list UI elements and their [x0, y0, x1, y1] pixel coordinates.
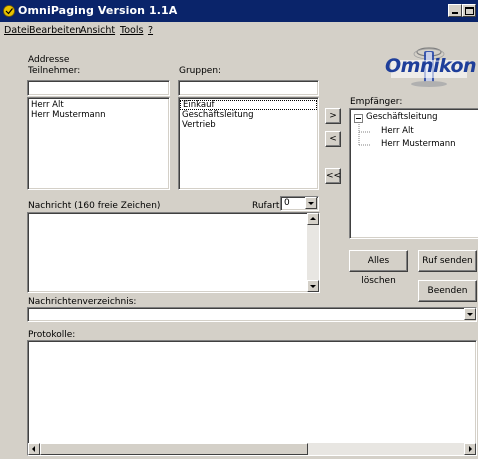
arrow-right-icon	[469, 446, 472, 452]
app-logo-icon	[3, 5, 15, 17]
tree-node-child[interactable]: Herr Alt	[381, 126, 414, 136]
scroll-thumb[interactable]	[40, 443, 308, 455]
scroll-left-button[interactable]	[28, 443, 40, 455]
quit-button[interactable]: Beenden	[418, 280, 477, 302]
tree-node-root[interactable]: Geschäftsleitung	[366, 112, 438, 122]
list-item-selected[interactable]: Einkauf	[180, 100, 317, 110]
remove-all-recipients-button[interactable]: <<	[325, 168, 341, 184]
title-bar[interactable]: OmniPaging Version 1.1A	[0, 0, 478, 22]
minimize-icon	[452, 12, 458, 14]
protocols-label: Protokolle:	[28, 330, 76, 340]
remove-recipient-button[interactable]: <	[325, 131, 341, 147]
chevron-down-icon	[308, 202, 314, 205]
rufart-label: Rufart:	[252, 201, 283, 211]
list-item[interactable]: Geschäftsleitung	[179, 110, 318, 120]
maximize-button[interactable]	[462, 4, 476, 17]
address-group-label: Addresse	[28, 55, 70, 65]
gruppen-search-input[interactable]	[178, 80, 319, 96]
arrow-down-icon	[310, 285, 316, 288]
logo-text: Omnikon	[385, 55, 477, 77]
list-item[interactable]: Vertrieb	[179, 120, 318, 130]
collapse-icon[interactable]	[354, 114, 364, 124]
directory-dropdown-button[interactable]	[464, 308, 476, 320]
message-textarea[interactable]	[27, 212, 320, 293]
directory-select[interactable]	[27, 307, 477, 322]
menu-tools[interactable]: Tools	[120, 25, 143, 36]
gruppen-label: Gruppen:	[179, 66, 222, 76]
recipients-tree[interactable]: Geschäftsleitung Herr Alt Herr Musterman…	[349, 108, 478, 239]
message-label: Nachricht (160 freie Zeichen)	[28, 201, 161, 211]
menu-ansicht[interactable]: Ansicht	[80, 25, 115, 36]
rufart-value: 0	[284, 198, 290, 208]
list-item[interactable]: Herr Mustermann	[28, 110, 169, 120]
protocols-textarea[interactable]	[27, 340, 477, 456]
omnikon-logo: Omnikon	[383, 40, 477, 92]
gruppen-list[interactable]: Einkauf Geschäftsleitung Vertrieb	[178, 97, 319, 190]
window-title: OmniPaging Version 1.1A	[18, 4, 178, 17]
rufart-dropdown-button[interactable]	[305, 197, 317, 209]
minimize-button[interactable]	[448, 4, 462, 17]
teilnehmer-list[interactable]: Herr Alt Herr Mustermann	[27, 97, 170, 190]
recipients-label: Empfänger:	[350, 97, 403, 107]
list-item[interactable]: Herr Alt	[28, 100, 169, 110]
menu-datei[interactable]: Datei	[4, 25, 29, 36]
tree-node-child[interactable]: Herr Mustermann	[381, 139, 455, 149]
teilnehmer-search-input[interactable]	[27, 80, 170, 96]
scroll-down-button[interactable]	[307, 280, 319, 292]
clear-all-button[interactable]: Alles löschen	[349, 250, 408, 286]
rufart-select[interactable]: 0	[280, 196, 319, 211]
tree-connector-lines	[358, 124, 370, 146]
teilnehmer-label: Teilnehmer:	[28, 66, 81, 76]
scroll-right-button[interactable]	[464, 443, 476, 455]
message-scrollbar[interactable]	[307, 213, 319, 292]
protocols-hscrollbar[interactable]	[28, 443, 476, 455]
send-call-button[interactable]: Ruf senden	[418, 250, 477, 272]
directory-label: Nachrichtenverzeichnis:	[28, 297, 137, 307]
chevron-down-icon	[467, 313, 473, 316]
application-window: OmniPaging Version 1.1A Datei Bearbeiten…	[0, 0, 478, 459]
maximize-icon	[465, 7, 474, 15]
menu-help[interactable]: ?	[148, 25, 153, 36]
arrow-up-icon	[310, 217, 316, 220]
menu-bearbeiten[interactable]: Bearbeiten	[29, 25, 81, 36]
menu-bar: Datei Bearbeiten Ansicht Tools ?	[0, 22, 478, 38]
scroll-up-button[interactable]	[307, 213, 319, 225]
add-recipient-button[interactable]: >	[325, 108, 341, 124]
arrow-left-icon	[32, 446, 35, 452]
